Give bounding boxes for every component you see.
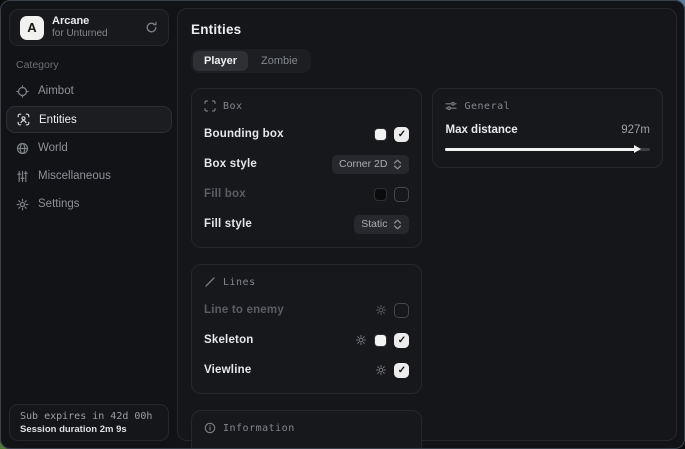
color-swatch[interactable] <box>374 128 387 141</box>
logo-card: A Arcane for Unturned <box>9 9 169 46</box>
crosshair-icon <box>16 85 29 98</box>
bounding-box-checkbox[interactable]: ✓ <box>394 127 409 142</box>
sub-expiry-text: Sub expires in 42d 00h <box>20 411 158 422</box>
color-swatch[interactable] <box>374 188 387 201</box>
row-fill-style: Fill style Static <box>204 214 409 234</box>
general-section-card: General Max distance 927m <box>432 88 663 168</box>
sidebar-item-miscellaneous[interactable]: Miscellaneous <box>1 162 177 190</box>
line-to-enemy-checkbox[interactable]: ✓ <box>394 303 409 318</box>
sidebar-item-label: Miscellaneous <box>38 170 111 182</box>
sidebar-item-settings[interactable]: Settings <box>1 190 177 218</box>
chevrons-up-down-icon <box>393 219 402 230</box>
app-window: A Arcane for Unturned Category <box>0 0 685 449</box>
max-distance-label: Max distance <box>445 124 517 136</box>
sidebar: A Arcane for Unturned Category <box>1 1 177 448</box>
max-distance-value: 927m <box>621 124 650 136</box>
fill-style-select[interactable]: Static <box>354 215 409 234</box>
viewline-checkbox[interactable]: ✓ <box>394 363 409 378</box>
box-section-card: Box Bounding box ✓ Box style <box>191 88 422 248</box>
gear-icon <box>16 198 29 211</box>
configure-gear-icon[interactable] <box>375 364 387 376</box>
sidebar-item-entities[interactable]: Entities <box>6 106 172 133</box>
skeleton-checkbox[interactable]: ✓ <box>394 333 409 348</box>
box-style-select[interactable]: Corner 2D <box>332 155 409 174</box>
lines-section-card: Lines Line to enemy <box>191 264 422 394</box>
configure-gear-icon[interactable] <box>355 334 367 346</box>
sidebar-item-world[interactable]: World <box>1 134 177 162</box>
box-corners-icon <box>204 100 216 112</box>
category-label: Category <box>16 59 177 71</box>
subscription-status-card: Sub expires in 42d 00h Session duration … <box>9 404 169 441</box>
app-subtitle: for Unturned <box>52 28 108 40</box>
scan-user-icon <box>17 113 30 126</box>
row-skeleton: Skeleton ✓ <box>204 330 409 350</box>
diagonal-line-icon <box>204 276 216 288</box>
row-line-to-enemy: Line to enemy ✓ <box>204 300 409 320</box>
chevrons-up-down-icon <box>393 159 402 170</box>
refresh-icon[interactable] <box>145 21 158 34</box>
row-box-style: Box style Corner 2D <box>204 154 409 174</box>
tab-zombie[interactable]: Zombie <box>250 51 309 71</box>
section-title: Information <box>223 423 295 434</box>
slider-thumb[interactable] <box>634 145 641 153</box>
sidebar-item-label: Settings <box>38 198 80 210</box>
app-logo: A <box>20 16 44 40</box>
section-title: General <box>464 101 510 112</box>
globe-icon <box>16 142 29 155</box>
sidebar-nav: Aimbot Entities <box>1 77 177 218</box>
row-viewline: Viewline ✓ <box>204 360 409 380</box>
row-fill-box: Fill box ✓ <box>204 184 409 204</box>
entity-tabs: Player Zombie <box>191 49 311 73</box>
sidebar-item-label: Entities <box>39 114 77 126</box>
sidebar-item-label: Aimbot <box>38 85 74 97</box>
info-icon <box>204 422 216 434</box>
app-name: Arcane <box>52 15 108 28</box>
bars-icon <box>16 170 29 183</box>
max-distance-fill <box>445 148 635 151</box>
configure-gear-icon[interactable] <box>375 304 387 316</box>
sliders-icon <box>445 100 457 112</box>
session-duration-text: Session duration 2m 9s <box>20 424 158 435</box>
section-title: Box <box>223 101 243 112</box>
information-section-card: Information Name ✓ Distance <box>191 410 422 449</box>
fill-box-checkbox[interactable]: ✓ <box>394 187 409 202</box>
max-distance-slider[interactable] <box>445 145 650 154</box>
color-swatch[interactable] <box>374 334 387 347</box>
sidebar-item-label: World <box>38 142 68 154</box>
tab-player[interactable]: Player <box>193 51 248 71</box>
sidebar-item-aimbot[interactable]: Aimbot <box>1 77 177 105</box>
section-title: Lines <box>223 277 256 288</box>
row-bounding-box: Bounding box ✓ <box>204 124 409 144</box>
page-title: Entities <box>191 22 663 37</box>
main-panel: Entities Player Zombie Box <box>177 8 677 441</box>
